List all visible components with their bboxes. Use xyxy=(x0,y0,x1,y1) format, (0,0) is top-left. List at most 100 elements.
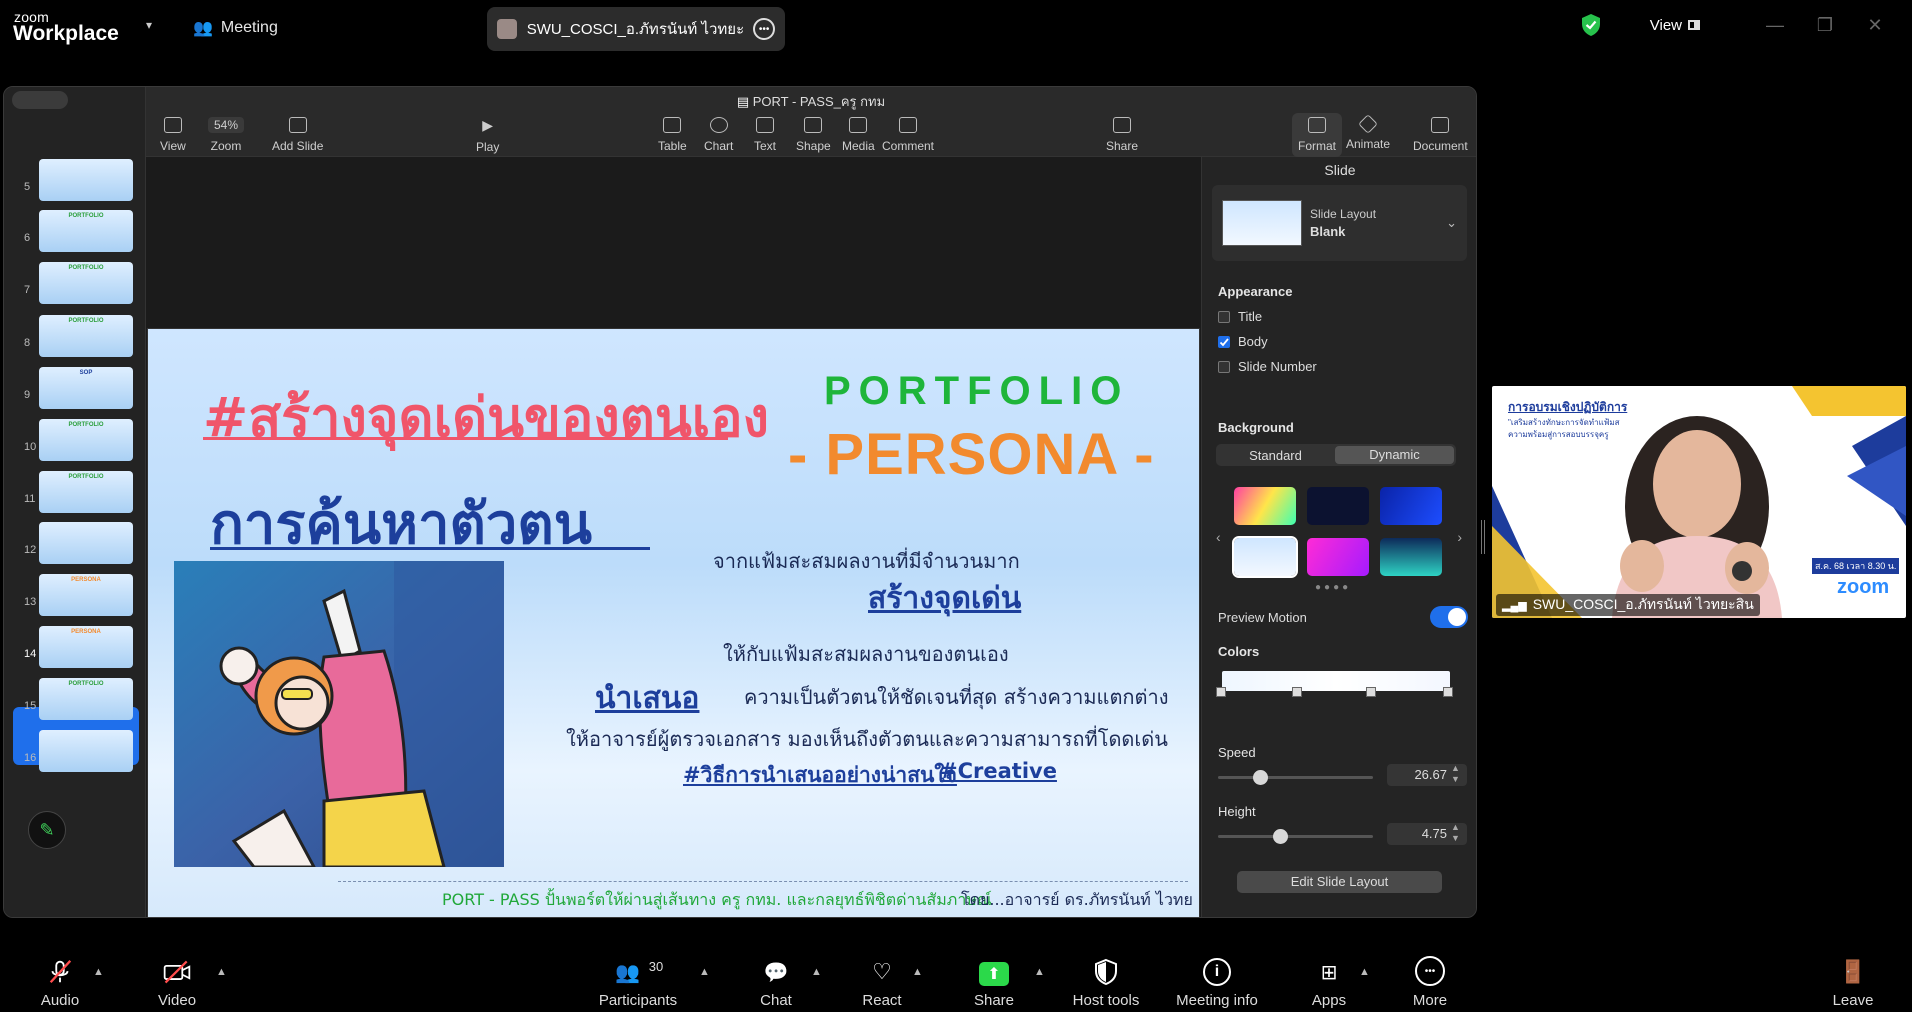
stepper-icon[interactable]: ▲ ▼ xyxy=(1451,822,1460,844)
split-handle[interactable] xyxy=(1481,520,1485,554)
bg-swatch[interactable] xyxy=(1234,487,1296,525)
participants-button[interactable]: 👥 30 Participants xyxy=(596,944,680,1010)
chevron-down-icon[interactable]: ▾ xyxy=(146,18,152,32)
slide-thumbnail[interactable]: PORTFOLIO xyxy=(39,315,133,357)
slide-tag-1[interactable]: #วิธีการนำเสนออย่างน่าสนใจ xyxy=(683,759,957,792)
minimize-icon[interactable]: — xyxy=(1760,15,1790,36)
slide-tag-2[interactable]: #Creative xyxy=(940,759,1057,783)
video-button[interactable]: Video xyxy=(154,944,200,1009)
toolbar-animate[interactable]: Animate xyxy=(1346,114,1390,151)
bg-swatch[interactable] xyxy=(1307,538,1369,576)
chevron-up-icon[interactable]: ▲ xyxy=(216,966,227,978)
slide-text-line-3[interactable]: ให้กับแฟ้มสะสมผลงานของตนเอง xyxy=(723,638,1009,670)
apps-button[interactable]: ⊞ Apps xyxy=(1309,944,1349,1010)
screen-share-pill[interactable]: SWU_COSCI_อ.ภัทรนันท์ ไวทยะสิน's s ••• xyxy=(487,7,785,51)
share-button[interactable]: ⬆ Share xyxy=(974,944,1014,1009)
chevron-up-icon[interactable]: ▲ xyxy=(811,966,822,978)
gradient-stop[interactable] xyxy=(1366,687,1376,697)
slide-heading-blue[interactable]: การค้นหาตัวตน xyxy=(210,479,592,568)
toolbar-media[interactable]: Media xyxy=(842,117,875,153)
toolbar-text[interactable]: Text xyxy=(754,117,776,153)
gradient-stop[interactable] xyxy=(1216,687,1226,697)
more-button[interactable]: ••• More xyxy=(1410,944,1450,1009)
slide-thumbnail[interactable]: PERSONA xyxy=(39,574,133,616)
more-options-icon[interactable]: ••• xyxy=(753,18,775,40)
slide-text-highlight[interactable]: สร้างจุดเด่น xyxy=(868,575,1021,622)
toolbar-document[interactable]: Document xyxy=(1413,117,1468,153)
chevron-up-icon[interactable]: ▲ xyxy=(93,966,104,978)
slide-portfolio-label[interactable]: PORTFOLIO xyxy=(824,369,1129,414)
slide-thumbnail[interactable]: PORTFOLIO xyxy=(39,210,133,252)
bg-swatch[interactable] xyxy=(1380,538,1442,576)
slide-footer-author[interactable]: โดย...อาจารย์ ดร.ภัทรนันท์ ไวทยะสิน xyxy=(961,888,1199,917)
slide-number-checkbox[interactable]: Slide Number xyxy=(1218,359,1317,374)
gradient-stop[interactable] xyxy=(1292,687,1302,697)
toolbar-play[interactable]: ▶ Play xyxy=(476,117,499,154)
toolbar-shape[interactable]: Shape xyxy=(796,117,831,153)
current-slide[interactable]: #สร้างจุดเด่นของตนเอง การค้นหาตัวตน PORT… xyxy=(147,328,1200,917)
bg-swatch[interactable] xyxy=(1380,487,1442,525)
speed-slider[interactable] xyxy=(1218,770,1373,785)
slide-footer-title[interactable]: PORT - PASS ปั้นพอร์ตให้ผ่านสู่เส้นทาง ค… xyxy=(442,888,992,913)
stepper-icon[interactable]: ▲ ▼ xyxy=(1451,763,1460,785)
chevron-right-icon[interactable]: › xyxy=(1457,529,1462,545)
chevron-up-icon[interactable]: ▲ xyxy=(1034,966,1045,978)
body-checkbox[interactable]: Body xyxy=(1218,334,1268,349)
restore-icon[interactable]: ❐ xyxy=(1810,15,1840,36)
audio-button[interactable]: Audio xyxy=(38,944,82,1009)
slide-thumbnail[interactable] xyxy=(39,522,133,564)
gradient-stop[interactable] xyxy=(1443,687,1453,697)
participant-video[interactable]: การอบรมเชิงปฏิบัติการ "เสริมสร้างทักษะกา… xyxy=(1492,386,1906,618)
slide-thumbnail[interactable] xyxy=(39,159,133,201)
segment-standard[interactable]: Standard xyxy=(1216,448,1335,463)
slide-thumbnail[interactable]: PORTFOLIO xyxy=(39,471,133,513)
slide-navigator[interactable]: 5 6 PORTFOLIO 7 PORTFOLIO 8 PORTFOLIO 9 SOP 10 POR… xyxy=(4,87,146,917)
chevron-up-icon[interactable]: ▲ xyxy=(699,966,710,978)
toolbar-share[interactable]: Share xyxy=(1106,117,1138,153)
slide-text-line-4[interactable]: ความเป็นตัวตนให้ชัดเจนที่สุด สร้างความแต… xyxy=(744,681,1169,713)
close-icon[interactable]: ✕ xyxy=(1860,15,1890,36)
edit-slide-layout-button[interactable]: Edit Slide Layout xyxy=(1237,871,1442,893)
slide-canvas[interactable]: #สร้างจุดเด่นของตนเอง การค้นหาตัวตน PORT… xyxy=(146,157,1201,917)
illustration-image[interactable] xyxy=(174,561,504,867)
segment-dynamic[interactable]: Dynamic xyxy=(1335,446,1454,464)
slide-layout-selector[interactable]: Slide Layout Blank ⌄ xyxy=(1212,185,1467,261)
title-checkbox[interactable]: Title xyxy=(1218,309,1262,324)
react-button[interactable]: ♡ React xyxy=(862,944,902,1009)
toolbar-comment[interactable]: Comment xyxy=(882,117,934,153)
toolbar-chart[interactable]: Chart xyxy=(704,117,733,153)
meeting-button[interactable]: 👥 Meeting xyxy=(193,16,278,40)
height-slider[interactable] xyxy=(1218,829,1373,844)
chevron-up-icon[interactable]: ▲ xyxy=(1359,966,1370,978)
slide-thumbnail[interactable]: PORTFOLIO xyxy=(39,262,133,304)
edit-pencil-button[interactable]: ✎ xyxy=(28,811,66,849)
bg-swatch[interactable] xyxy=(1307,487,1369,525)
slide-text-line-5[interactable]: ให้อาจารย์ผู้ตรวจเอกสาร มองเห็นถึงตัวตนแ… xyxy=(566,723,1168,755)
slide-text-line-1[interactable]: จากแฟ้มสะสมผลงานที่มีจำนวนมาก xyxy=(713,545,1020,577)
slider-knob[interactable] xyxy=(1252,770,1268,785)
toolbar-format[interactable]: Format xyxy=(1292,113,1343,157)
bg-swatch-selected[interactable] xyxy=(1232,536,1298,578)
slide-thumbnail[interactable]: SOP xyxy=(39,367,133,409)
host-tools-button[interactable]: Host tools xyxy=(1070,944,1142,1009)
inspector-tab-slide[interactable]: Slide xyxy=(1202,162,1476,178)
leave-button[interactable]: 🚪 Leave xyxy=(1832,944,1874,1009)
slider-knob[interactable] xyxy=(1273,829,1288,844)
slide-thumbnail[interactable]: PERSONA xyxy=(39,626,133,668)
toolbar-table[interactable]: Table xyxy=(658,117,687,153)
toolbar-add-slide[interactable]: Add Slide xyxy=(272,117,323,153)
meeting-info-button[interactable]: i Meeting info xyxy=(1172,944,1262,1009)
slide-persona-label[interactable]: - PERSONA - xyxy=(788,421,1155,488)
slide-thumbnail[interactable] xyxy=(39,730,133,772)
chevron-left-icon[interactable]: ‹ xyxy=(1216,529,1221,545)
chevron-up-icon[interactable]: ▲ xyxy=(912,966,923,978)
shield-check-icon[interactable] xyxy=(1580,13,1602,37)
slide-thumbnail[interactable]: PORTFOLIO xyxy=(39,678,133,720)
slide-heading-pink[interactable]: #สร้างจุดเด่นของตนเอง xyxy=(203,374,769,460)
chat-button[interactable]: 💬 Chat xyxy=(758,944,794,1010)
preview-motion-toggle[interactable] xyxy=(1430,606,1468,628)
toolbar-zoom[interactable]: 54% Zoom xyxy=(208,117,245,153)
view-button[interactable]: View xyxy=(1650,17,1700,34)
slide-thumbnail[interactable]: PORTFOLIO xyxy=(39,419,133,461)
toolbar-view[interactable]: View xyxy=(160,117,186,153)
